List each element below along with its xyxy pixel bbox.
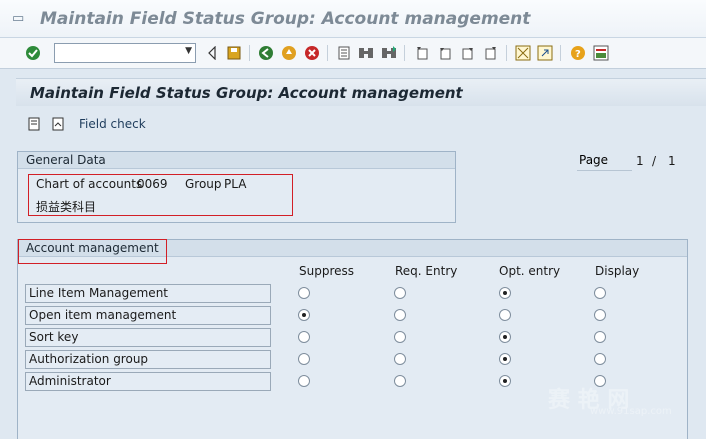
- exit-icon[interactable]: [280, 44, 298, 62]
- save-icon[interactable]: [225, 44, 243, 62]
- toolbar-separator: [506, 45, 507, 61]
- field-label: Authorization group: [25, 350, 271, 369]
- other-group-icon[interactable]: [26, 116, 42, 132]
- shortcut-icon[interactable]: [536, 44, 554, 62]
- title-bar: ▭ Maintain Field Status Group: Account m…: [0, 0, 706, 38]
- window-menu-icon[interactable]: ▭: [12, 11, 30, 26]
- create-session-icon[interactable]: [514, 44, 532, 62]
- radio-opt-entry[interactable]: [499, 309, 511, 321]
- display-document-icon[interactable]: [50, 116, 66, 132]
- watermark-url: www.91sap.com: [590, 406, 672, 417]
- last-page-icon[interactable]: [482, 44, 500, 62]
- radio-opt-entry[interactable]: [499, 353, 511, 365]
- chart-of-accounts-label: Chart of accounts: [36, 177, 143, 191]
- application-toolbar: Field check: [16, 110, 706, 138]
- next-page-icon[interactable]: [459, 44, 477, 62]
- radio-suppress[interactable]: [298, 331, 310, 343]
- radio-opt-entry[interactable]: [499, 375, 511, 387]
- radio-display[interactable]: [594, 287, 606, 299]
- column-header-opt-entry: Opt. entry: [499, 264, 561, 278]
- field-label: Sort key: [25, 328, 271, 347]
- command-field[interactable]: ▼: [54, 43, 196, 63]
- print-icon[interactable]: [335, 44, 353, 62]
- command-input[interactable]: [55, 44, 175, 62]
- radio-req-entry[interactable]: [394, 375, 406, 387]
- column-header-display: Display: [595, 264, 640, 278]
- radio-display[interactable]: [594, 353, 606, 365]
- help-icon[interactable]: ?: [569, 44, 587, 62]
- toolbar-separator: [327, 45, 328, 61]
- back-icon[interactable]: [257, 44, 275, 62]
- page-label: Page: [577, 153, 632, 171]
- toolbar-separator: [560, 45, 561, 61]
- first-page-icon[interactable]: [413, 44, 431, 62]
- window-title: Maintain Field Status Group: Account man…: [40, 8, 531, 29]
- find-next-icon[interactable]: [380, 44, 398, 62]
- radio-display[interactable]: [594, 309, 606, 321]
- highlight-box: [18, 239, 167, 264]
- radio-req-entry[interactable]: [394, 353, 406, 365]
- enter-checkmark-icon[interactable]: [24, 44, 42, 62]
- radio-suppress[interactable]: [298, 287, 310, 299]
- radio-req-entry[interactable]: [394, 331, 406, 343]
- group-value: PLA: [224, 177, 247, 191]
- page-title: Maintain Field Status Group: Account man…: [30, 83, 463, 102]
- page-current: 1: [636, 154, 644, 168]
- back-triangle-icon[interactable]: [203, 44, 221, 62]
- field-label: Open item management: [25, 306, 271, 325]
- column-header-suppress: Suppress: [299, 264, 355, 278]
- chevron-down-icon[interactable]: ▼: [185, 46, 192, 56]
- previous-page-icon[interactable]: [436, 44, 454, 62]
- radio-display[interactable]: [594, 331, 606, 343]
- radio-suppress[interactable]: [298, 353, 310, 365]
- chart-of-accounts-value: 0069: [137, 177, 168, 191]
- radio-opt-entry[interactable]: [499, 331, 511, 343]
- radio-suppress[interactable]: [298, 375, 310, 387]
- toolbar-separator: [249, 45, 250, 61]
- find-icon[interactable]: [357, 44, 375, 62]
- page-total: 1: [668, 154, 676, 168]
- field-label: Administrator: [25, 372, 271, 391]
- group-label: Group: [185, 177, 222, 191]
- field-label: Line Item Management: [25, 284, 271, 303]
- screen-header: Maintain Field Status Group: Account man…: [16, 78, 706, 106]
- page-separator: /: [652, 154, 657, 168]
- radio-req-entry[interactable]: [394, 287, 406, 299]
- general-data-title: General Data: [18, 152, 455, 169]
- cancel-icon[interactable]: [303, 44, 321, 62]
- svg-text:?: ?: [575, 49, 581, 60]
- radio-suppress[interactable]: [298, 309, 310, 321]
- group-description: 损益类科目: [36, 200, 97, 214]
- toolbar-separator: [404, 45, 405, 61]
- radio-opt-entry[interactable]: [499, 287, 511, 299]
- layout-menu-icon[interactable]: [592, 44, 610, 62]
- radio-req-entry[interactable]: [394, 309, 406, 321]
- column-header-req-entry: Req. Entry: [395, 264, 458, 278]
- field-check-button[interactable]: Field check: [79, 117, 146, 131]
